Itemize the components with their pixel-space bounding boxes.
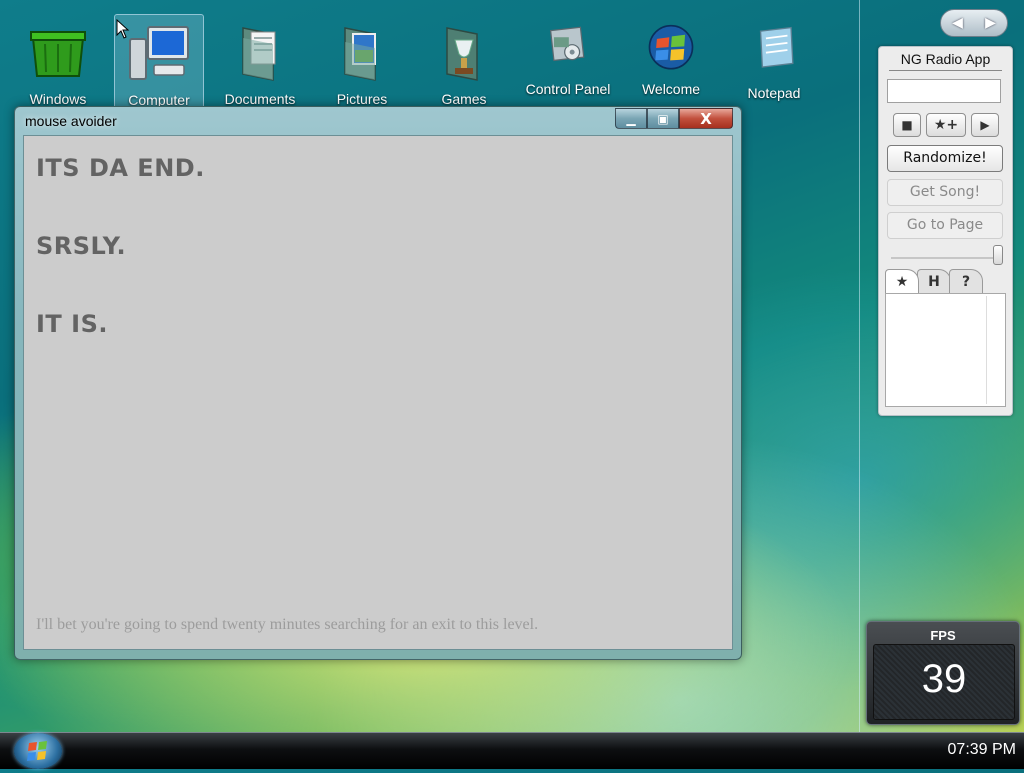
window-controls: ▁ ▣ X <box>615 108 733 129</box>
desktop-icon-pictures[interactable]: Pictures <box>318 14 406 114</box>
window-title: mouse avoider <box>25 113 117 129</box>
sidebar-nav: ◀ ▶ <box>940 9 1008 37</box>
desktop-icon-label: Control Panel <box>525 81 611 97</box>
ng-radio-gadget: NG Radio App ■ ★+ ▶ Randomize! Get Song!… <box>878 46 1013 416</box>
control-panel-icon <box>549 26 585 62</box>
end-message-line-1: ITS DA END. <box>36 154 205 182</box>
documents-folder-icon <box>242 27 276 81</box>
maximize-button[interactable]: ▣ <box>647 108 679 129</box>
hint-text: I'll bet you're going to spend twenty mi… <box>36 616 539 633</box>
fps-value: 39 <box>921 657 967 701</box>
randomize-button[interactable]: Randomize! <box>887 145 1003 172</box>
minimize-icon: ▁ <box>626 111 636 126</box>
taskbar: 07:39 PM <box>0 732 1024 769</box>
tab-help[interactable]: ? <box>949 269 983 293</box>
fps-label: FPS <box>930 628 956 643</box>
close-button[interactable]: X <box>679 108 733 129</box>
close-icon: X <box>700 109 712 128</box>
notepad-icon <box>759 26 794 68</box>
recycle-bin-icon <box>30 31 86 77</box>
start-button[interactable] <box>14 733 62 769</box>
sidebar-divider <box>859 0 860 732</box>
desktop-icon-games[interactable]: Games <box>420 14 508 114</box>
mouse-avoider-window[interactable]: mouse avoider ▁ ▣ X ITS DA END. SRSLY. I… <box>14 106 742 660</box>
sidebar-next-icon[interactable]: ▶ <box>985 15 996 31</box>
end-message-line-2: SRSLY. <box>36 232 127 260</box>
pictures-folder-icon <box>344 27 376 81</box>
desktop-icon-label: Notepad <box>747 85 801 101</box>
favorites-list[interactable] <box>885 293 1006 407</box>
tab-history[interactable]: H <box>917 269 951 293</box>
computer-icon <box>129 26 189 80</box>
minimize-button[interactable]: ▁ <box>615 108 647 129</box>
fps-gadget: FPS 39 <box>866 621 1020 725</box>
desktop-icon-documents[interactable]: Documents <box>216 14 304 114</box>
list-scrollbar[interactable] <box>986 296 1003 404</box>
add-favorite-button[interactable]: ★+ <box>926 113 966 137</box>
windows-logo-icon <box>27 741 47 761</box>
fps-display: 39 <box>873 644 1015 720</box>
volume-slider-track <box>891 257 999 259</box>
star-plus-icon: ★+ <box>933 117 959 133</box>
radio-text-field[interactable] <box>887 79 1001 103</box>
desktop: Windows Computer Documents Pictures Game… <box>0 0 1024 732</box>
desktop-icon-windows[interactable]: Windows <box>14 14 102 114</box>
stop-button[interactable]: ■ <box>893 113 921 137</box>
tab-favorites[interactable]: ★ <box>885 269 919 293</box>
volume-slider[interactable] <box>993 245 1003 265</box>
maximize-icon: ▣ <box>657 111 669 126</box>
stop-icon: ■ <box>901 118 913 132</box>
play-button[interactable]: ▶ <box>971 113 999 137</box>
radio-title: NG Radio App <box>889 51 1002 71</box>
go-to-page-button[interactable]: Go to Page <box>887 212 1003 239</box>
windows-logo-icon <box>648 24 694 70</box>
mouse-cursor-icon <box>116 19 130 39</box>
desktop-icon-label: Welcome <box>641 81 701 97</box>
desktop-icon-control-panel[interactable]: Control Panel <box>524 14 612 114</box>
play-icon: ▶ <box>980 118 990 132</box>
game-canvas[interactable]: ITS DA END. SRSLY. IT IS. I'll bet you'r… <box>23 135 733 650</box>
get-song-button[interactable]: Get Song! <box>887 179 1003 206</box>
end-message-line-3: IT IS. <box>36 310 108 338</box>
games-folder-icon <box>446 27 478 81</box>
sidebar-prev-icon[interactable]: ◀ <box>952 15 963 31</box>
desktop-icon-notepad[interactable]: Notepad <box>730 14 818 114</box>
desktop-icon-welcome[interactable]: Welcome <box>627 14 715 114</box>
taskbar-clock[interactable]: 07:39 PM <box>948 741 1016 759</box>
